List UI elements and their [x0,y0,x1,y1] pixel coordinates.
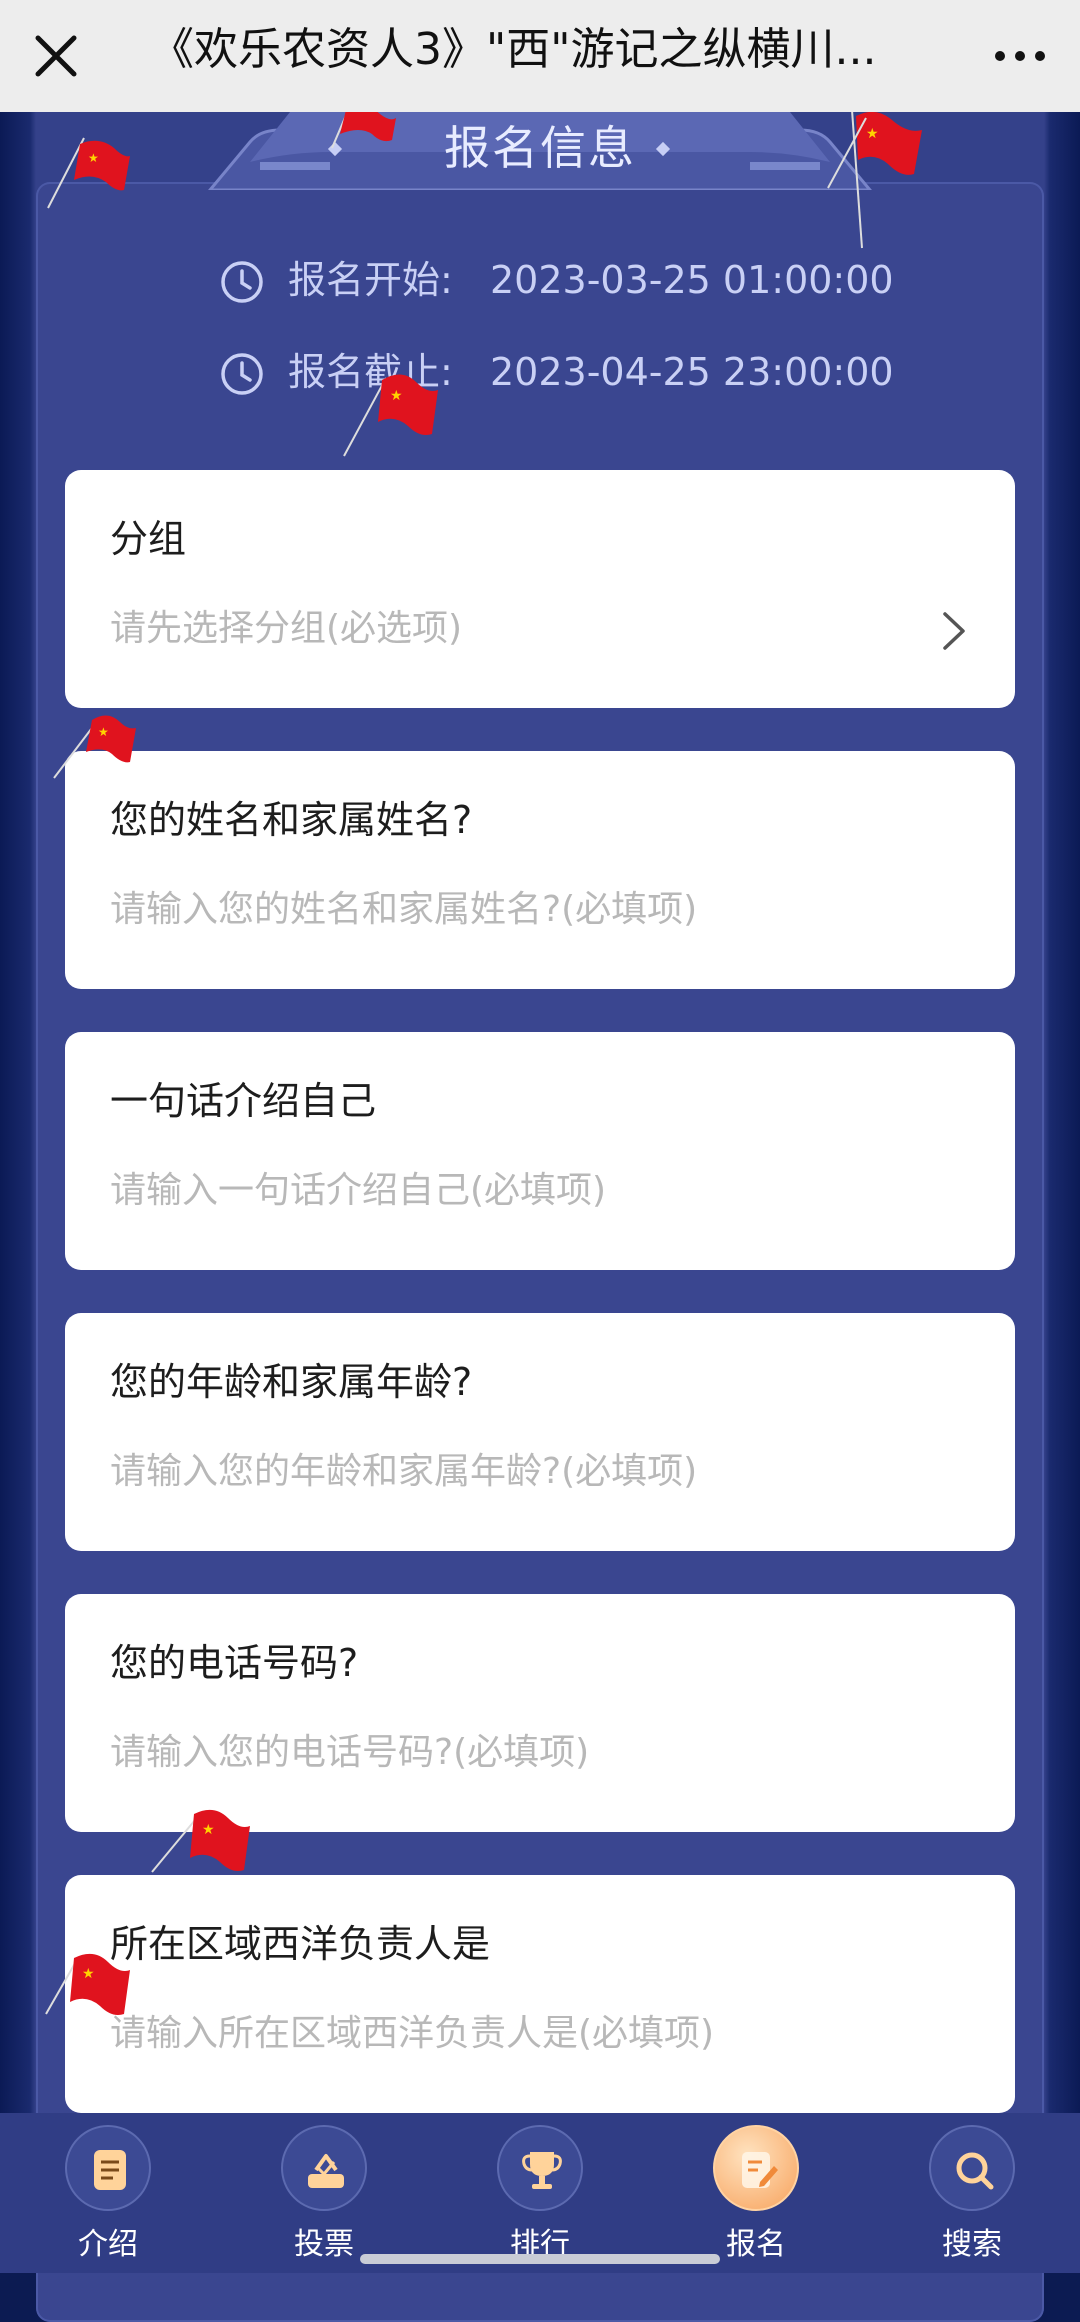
page-title: 《欢乐农资人3》"西"游记之纵横川... [150,24,877,75]
field-label: 您的年龄和家属年龄? [110,1360,473,1404]
nav-tab-signup[interactable]: 报名 [656,2113,856,2273]
search-icon [956,2152,994,2190]
nav-tab-search[interactable]: 搜索 [872,2113,1072,2273]
more-options-icon[interactable] [990,36,1050,76]
flag-icon: ★ [53,715,136,779]
signup-end-value: 2023-04-25 23:00:00 [490,350,894,394]
svg-text:★: ★ [866,126,879,142]
svg-text:★: ★ [202,1822,215,1838]
field-label: 一句话介绍自己 [110,1079,377,1123]
intro-field[interactable]: 一句话介绍自己 [65,1032,1015,1270]
trophy-icon [522,2152,562,2189]
nav-tab-rank[interactable]: 排行 [440,2113,640,2273]
svg-text:★: ★ [82,1966,95,1982]
field-label: 您的电话号码? [110,1641,359,1685]
bottom-nav: 介绍 投票 排行 报名 搜索 [0,2113,1080,2273]
chevron-right-icon [943,612,965,650]
nav-label: 搜索 [942,2227,1002,2262]
flag-icon: ★ [343,374,438,457]
document-icon [94,2150,126,2190]
home-indicator [360,2254,720,2264]
flag-icon: ★ [827,109,922,249]
signup-start-label: 报名开始: [288,258,453,302]
field-label: 您的姓名和家属姓名? [110,798,473,842]
field-label: 分组 [110,517,187,561]
flag-icon: ★ [151,1809,250,1873]
intro-input[interactable] [110,1160,970,1220]
name-input[interactable] [110,879,970,939]
group-select-input[interactable] [110,598,970,658]
group-select-field[interactable]: 分组 [65,470,1015,708]
nav-tab-vote[interactable]: 投票 [224,2113,424,2273]
phone-field[interactable]: 您的电话号码? [65,1594,1015,1832]
svg-text:★: ★ [98,725,109,739]
phone-input[interactable] [110,1722,970,1782]
nav-tab-intro[interactable]: 介绍 [8,2113,208,2273]
clock-icon [221,261,263,303]
flag-icon: ★ [47,137,130,209]
svg-text:★: ★ [390,388,403,404]
vote-icon [308,2154,344,2188]
age-input[interactable] [110,1441,970,1501]
field-label: 所在区域西洋负责人是 [110,1922,491,1966]
region-manager-input[interactable] [110,2003,970,2063]
region-manager-field[interactable]: 所在区域西洋负责人是 [65,1875,1015,2113]
top-bar: 《欢乐农资人3》"西"游记之纵横川... [0,0,1080,112]
nav-label: 介绍 [78,2227,138,2262]
name-field[interactable]: 您的姓名和家属姓名? [65,751,1015,989]
signup-start-value: 2023-03-25 01:00:00 [490,258,894,302]
clock-icon [221,353,263,395]
flag-icon: ★ [45,1953,130,2015]
signup-icon [742,2152,778,2188]
svg-text:★: ★ [88,151,99,165]
close-icon[interactable] [28,28,84,84]
age-field[interactable]: 您的年龄和家属年龄? [65,1313,1015,1551]
